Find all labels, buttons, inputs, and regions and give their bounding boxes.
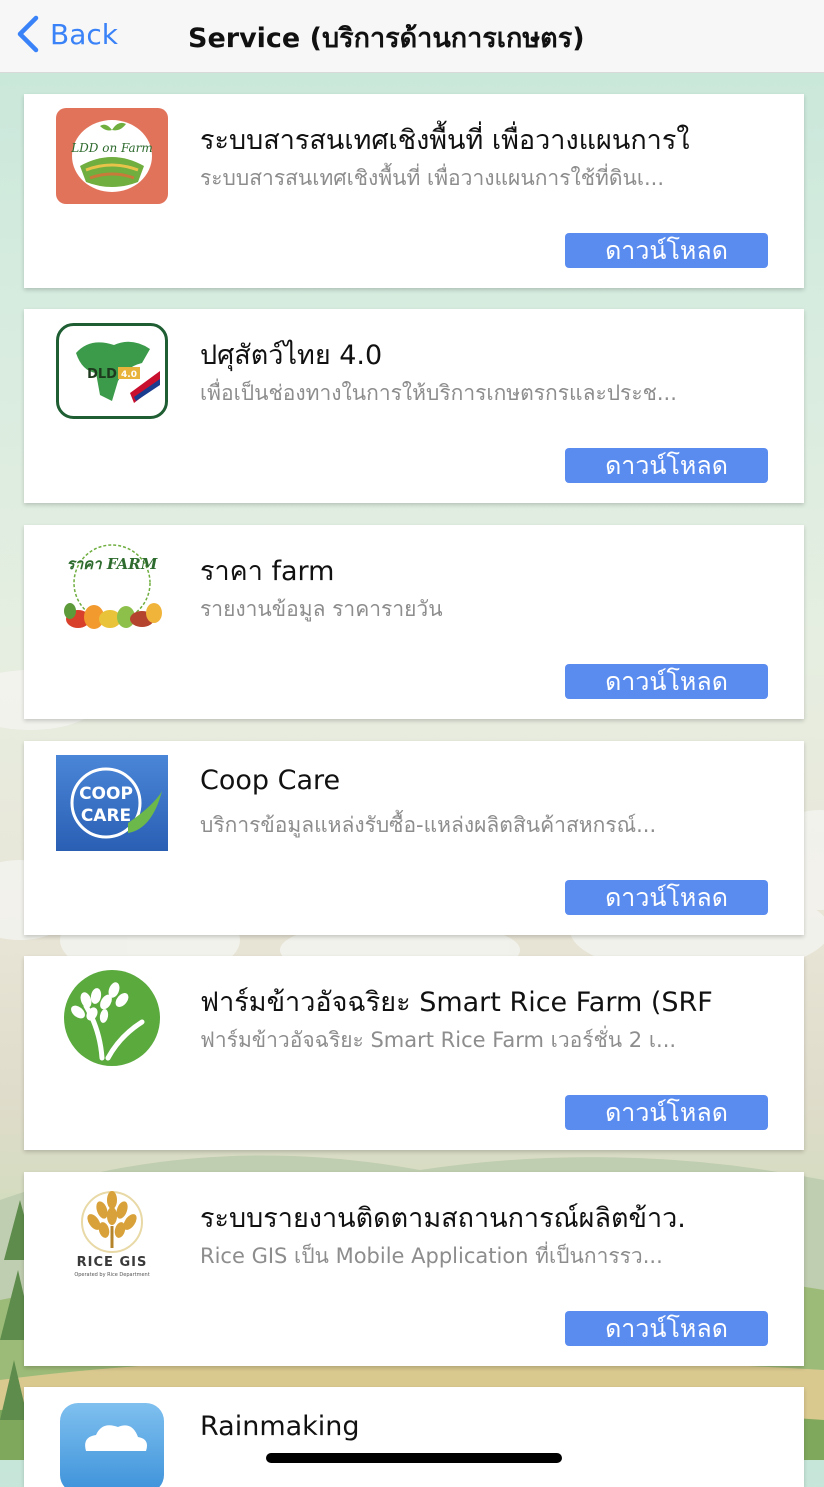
back-button[interactable]: Back [14, 14, 118, 54]
app-description: ระบบสารสนเทศเชิงพื้นที่ เพื่อวางแผนการใช… [200, 166, 665, 190]
svg-text:Operated by Rice Department: Operated by Rice Department [74, 1272, 149, 1278]
download-button[interactable]: ดาวน์โหลด [565, 880, 768, 915]
download-button[interactable]: ดาวน์โหลด [565, 233, 768, 268]
smart-rice-farm-icon [56, 970, 168, 1066]
ldd-on-farm-icon: LDD on Farm [56, 108, 168, 204]
app-card-smart-rice-farm[interactable]: ฟาร์มข้าวอัจฉริยะ Smart Rice Farm (SRF ฟ… [24, 956, 804, 1150]
download-button[interactable]: ดาวน์โหลด [565, 1095, 768, 1130]
rainmaking-cloud-icon [60, 1403, 164, 1487]
page-title: Service (บริการด้านการเกษตร) [188, 23, 585, 54]
app-title: ระบบรายงานติดตามสถานการณ์ผลิตข้าว. [200, 1203, 686, 1234]
app-title: Coop Care [200, 765, 341, 796]
icon-logo-text: DLD [87, 367, 117, 382]
app-description: บริการข้อมูลแหล่งรับซื้อ-แหล่งผลิตสินค้า… [200, 813, 657, 837]
navigation-bar: Back Service (บริการด้านการเกษตร) [0, 0, 824, 73]
svg-text:4.0: 4.0 [121, 370, 137, 380]
app-title: ปศุสัตว์ไทย 4.0 [200, 340, 383, 371]
icon-logo-text: LDD on Farm [70, 141, 153, 155]
app-description: เพื่อเป็นช่องทางในการให้บริการเกษตรกรและ… [200, 381, 677, 405]
app-card-ldd-on-farm[interactable]: LDD on Farm ระบบสารสนเทศเชิงพื้นที่ เพื่… [24, 94, 804, 288]
app-card-rainmaking[interactable]: Rainmaking [24, 1387, 804, 1487]
coop-care-icon: COOP CARE [56, 755, 168, 851]
download-button[interactable]: ดาวน์โหลด [565, 1311, 768, 1346]
app-title: Rainmaking [200, 1411, 360, 1442]
download-button[interactable]: ดาวน์โหลด [565, 664, 768, 699]
app-title: ฟาร์มข้าวอัจฉริยะ Smart Rice Farm (SRF [200, 987, 713, 1018]
svg-text:CARE: CARE [81, 806, 131, 826]
icon-logo-text: COOP [79, 784, 133, 804]
icon-logo-text: RICE GIS [77, 1255, 148, 1270]
app-title: ราคา farm [200, 556, 335, 587]
app-description: Rice GIS เป็น Mobile Application ที่เป็น… [200, 1244, 663, 1268]
app-card-dld-4-0[interactable]: DLD 4.0 ปศุสัตว์ไทย 4.0 เพื่อเป็นช่องทาง… [24, 309, 804, 503]
home-indicator [266, 1453, 562, 1463]
app-card-rice-gis[interactable]: RICE GIS Operated by Rice Department ระบ… [24, 1172, 804, 1366]
dld-4-0-icon: DLD 4.0 [56, 323, 168, 419]
app-description: ฟาร์มข้าวอัจฉริยะ Smart Rice Farm เวอร์ช… [200, 1028, 677, 1052]
rice-gis-icon: RICE GIS Operated by Rice Department [56, 1186, 168, 1282]
app-description: รายงานข้อมูล ราคารายวัน [200, 597, 443, 621]
back-label: Back [50, 17, 118, 51]
app-title: ระบบสารสนเทศเชิงพื้นที่ เพื่อวางแผนการใ [200, 125, 690, 156]
icon-logo-text: ราคา FARM [67, 555, 158, 573]
download-button[interactable]: ดาวน์โหลด [565, 448, 768, 483]
app-card-raka-farm[interactable]: ราคา FARM ราคา farm รายงานข้อมูล ราคาราย… [24, 525, 804, 719]
app-card-coop-care[interactable]: COOP CARE Coop Care บริการข้อมูลแหล่งรับ… [24, 741, 804, 935]
raka-farm-icon: ราคา FARM [56, 539, 168, 635]
chevron-left-icon [17, 15, 39, 53]
